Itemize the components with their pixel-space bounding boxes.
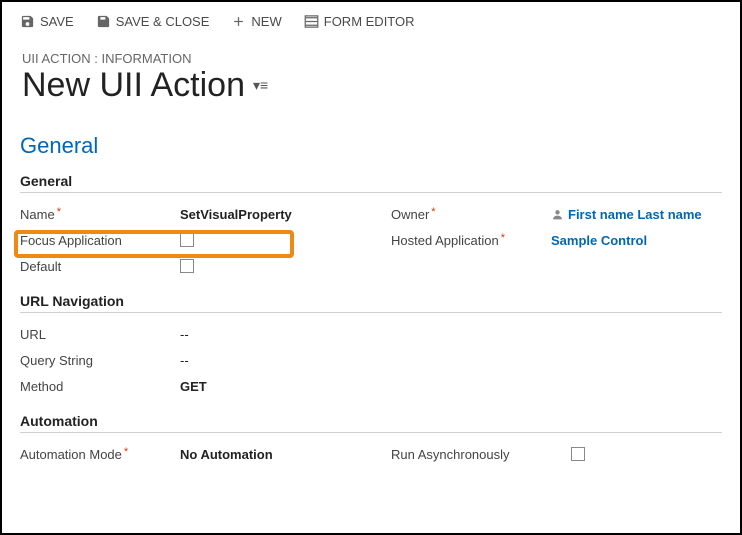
default-checkbox[interactable] xyxy=(180,259,194,273)
field-url[interactable]: URL -- xyxy=(20,321,722,347)
field-name[interactable]: Name SetVisualProperty xyxy=(20,201,351,227)
focus-app-checkbox[interactable] xyxy=(180,233,194,247)
query-string-value[interactable]: -- xyxy=(180,353,189,368)
hosted-app-label: Hosted Application xyxy=(391,233,551,248)
save-button[interactable]: SAVE xyxy=(20,14,74,29)
name-value[interactable]: SetVisualProperty xyxy=(180,207,292,222)
save-label: SAVE xyxy=(40,14,74,29)
field-owner[interactable]: Owner First name Last name xyxy=(391,201,722,227)
form-editor-icon xyxy=(304,14,319,29)
save-icon xyxy=(20,14,35,29)
field-run-async[interactable]: Run Asynchronously xyxy=(391,441,722,467)
subsection-url-navigation: URL Navigation xyxy=(20,293,722,313)
owner-label: Owner xyxy=(391,207,551,222)
plus-icon xyxy=(231,14,246,29)
automation-mode-value[interactable]: No Automation xyxy=(180,447,273,462)
hosted-app-value[interactable]: Sample Control xyxy=(551,233,647,248)
new-label: NEW xyxy=(251,14,281,29)
title-menu-icon[interactable]: ▾≡ xyxy=(253,77,268,94)
field-method[interactable]: Method GET xyxy=(20,373,722,399)
new-button[interactable]: NEW xyxy=(231,14,281,29)
owner-value[interactable]: First name Last name xyxy=(568,207,702,222)
field-default[interactable]: Default xyxy=(20,253,351,279)
page-title-text: New UII Action xyxy=(22,66,245,105)
method-value[interactable]: GET xyxy=(180,379,207,394)
query-string-label: Query String xyxy=(20,353,180,368)
focus-app-label: Focus Application xyxy=(20,233,180,248)
run-async-label: Run Asynchronously xyxy=(391,447,571,462)
page-title: New UII Action ▾≡ xyxy=(22,66,722,105)
field-query-string[interactable]: Query String -- xyxy=(20,347,722,373)
default-label: Default xyxy=(20,259,180,274)
form-editor-label: FORM EDITOR xyxy=(324,14,415,29)
method-label: Method xyxy=(20,379,180,394)
automation-mode-label: Automation Mode xyxy=(20,447,180,462)
name-label: Name xyxy=(20,207,180,222)
subsection-general: General xyxy=(20,173,722,193)
toolbar: SAVE SAVE & CLOSE NEW FORM EDITOR xyxy=(20,14,722,29)
form-editor-button[interactable]: FORM EDITOR xyxy=(304,14,415,29)
breadcrumb: UII ACTION : INFORMATION xyxy=(22,51,722,66)
url-label: URL xyxy=(20,327,180,342)
save-close-icon xyxy=(96,14,111,29)
section-general-header: General xyxy=(20,133,722,159)
save-close-button[interactable]: SAVE & CLOSE xyxy=(96,14,210,29)
subsection-automation: Automation xyxy=(20,413,722,433)
url-value[interactable]: -- xyxy=(180,327,189,342)
run-async-checkbox[interactable] xyxy=(571,447,585,461)
field-focus-application[interactable]: Focus Application xyxy=(20,227,351,253)
save-close-label: SAVE & CLOSE xyxy=(116,14,210,29)
field-hosted-application[interactable]: Hosted Application Sample Control xyxy=(391,227,722,253)
person-icon xyxy=(551,208,564,221)
field-automation-mode[interactable]: Automation Mode No Automation xyxy=(20,441,351,467)
